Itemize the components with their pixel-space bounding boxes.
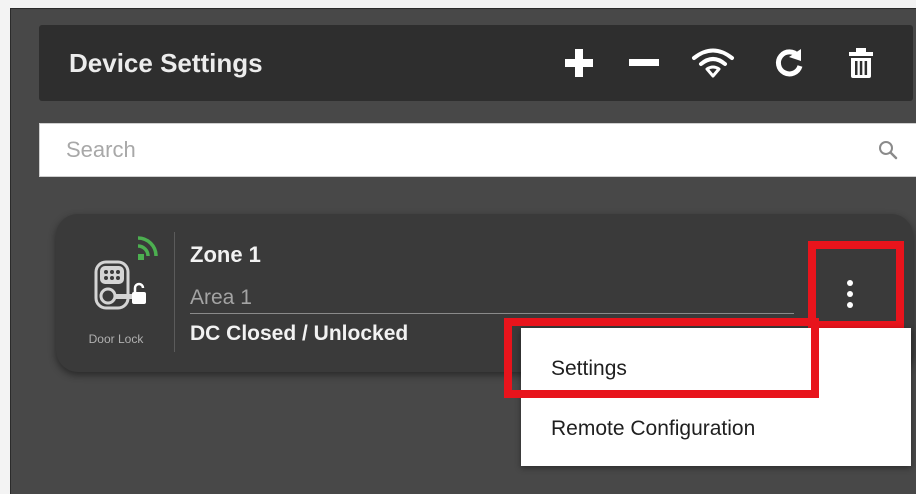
- remove-button[interactable]: [622, 25, 666, 101]
- menu-item-remote-configuration[interactable]: Remote Configuration: [521, 400, 911, 458]
- door-lock-icon: [94, 236, 158, 310]
- delete-button[interactable]: [839, 25, 883, 101]
- refresh-button[interactable]: [767, 25, 811, 101]
- trash-icon: [849, 48, 873, 78]
- device-settings-panel: Device Settings Search Door Lock Zone 1 …: [10, 8, 916, 494]
- plus-icon: [565, 49, 593, 77]
- minus-icon: [629, 59, 659, 66]
- device-type-label: Door Lock: [88, 332, 144, 346]
- search-bar: [39, 123, 916, 177]
- device-status: DC Closed / Unlocked: [190, 322, 409, 345]
- vertical-divider: [174, 232, 175, 352]
- zone-name: Zone 1: [190, 242, 261, 267]
- menu-item-label: Remote Configuration: [551, 417, 756, 440]
- search-icon[interactable]: [878, 140, 898, 160]
- horizontal-divider: [190, 313, 794, 314]
- area-name: Area 1: [190, 286, 252, 309]
- wifi-icon: [692, 48, 734, 78]
- page-title: Device Settings: [69, 48, 263, 78]
- settings-highlight-box: [504, 318, 819, 398]
- header-bar: Device Settings: [39, 25, 913, 101]
- add-button[interactable]: [557, 25, 601, 101]
- kebab-highlight-box: [808, 241, 904, 329]
- search-input[interactable]: [40, 124, 870, 176]
- refresh-icon: [775, 49, 803, 77]
- signal-icon: [137, 236, 158, 260]
- wifi-button[interactable]: [688, 25, 738, 101]
